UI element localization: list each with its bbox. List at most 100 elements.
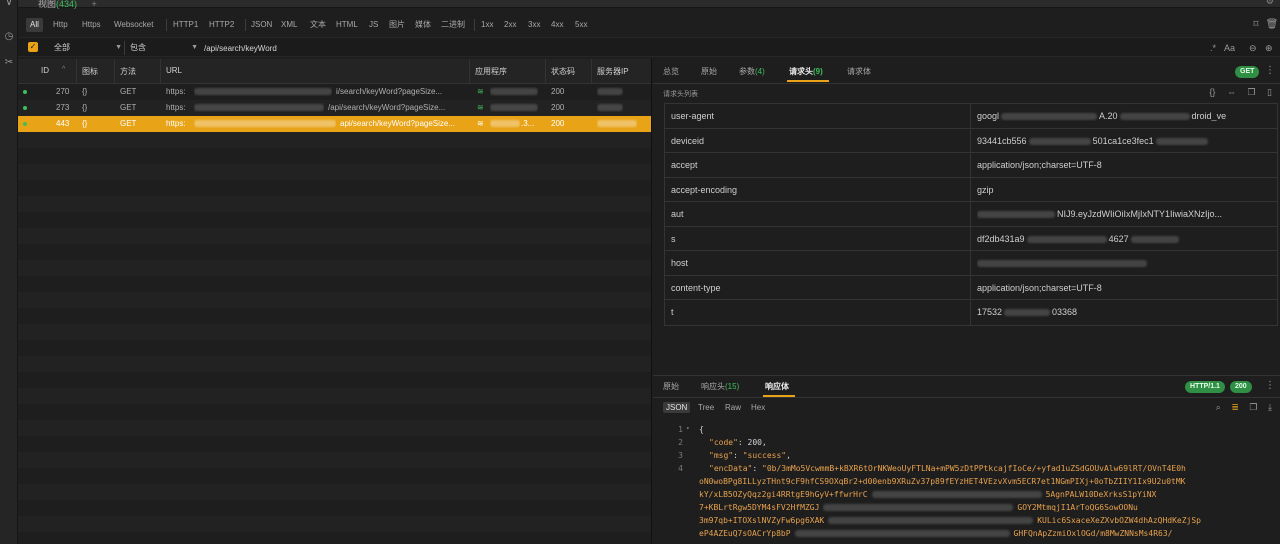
filter-enabled-checkbox[interactable]: ✓ xyxy=(28,42,38,52)
header-row[interactable]: t 17532 03368 xyxy=(665,300,1277,325)
line-number: 1 xyxy=(678,425,683,434)
vx-icon[interactable]: ∨ xyxy=(2,0,16,10)
tab-overview[interactable]: 总览 xyxy=(663,66,679,77)
filter-http1[interactable]: HTTP1 xyxy=(173,18,198,32)
format-tree[interactable]: Tree xyxy=(698,403,714,412)
filter-json[interactable]: JSON xyxy=(251,18,272,32)
fold-icon[interactable]: ▾ xyxy=(686,425,690,432)
settings-icon[interactable]: ⚙ xyxy=(1266,0,1274,7)
filter-js[interactable]: JS xyxy=(369,18,378,32)
sort-asc-icon[interactable]: ^ xyxy=(62,66,65,73)
search-icon[interactable]: ⌕ xyxy=(1216,402,1221,412)
tab-params[interactable]: 参数(4) xyxy=(739,66,765,77)
scissors-icon[interactable]: ✂ xyxy=(2,56,16,70)
column-status[interactable]: 状态码 xyxy=(551,66,575,77)
tab-response-raw[interactable]: 原始 xyxy=(663,381,679,392)
header-row[interactable]: accept-encoding gzip xyxy=(665,177,1277,202)
curly-braces-icon[interactable]: {} xyxy=(1209,87,1215,97)
tab-raw[interactable]: 原始 xyxy=(701,66,717,77)
filter-https[interactable]: Https xyxy=(82,18,101,32)
copy-icon[interactable]: ❐ xyxy=(1249,402,1257,412)
clear-icon[interactable]: ⊖ xyxy=(1249,41,1257,55)
header-row[interactable]: host xyxy=(665,251,1277,276)
code-view[interactable]: 1 ▾ { 2 "code": 200, 3 "msg": "success",… xyxy=(663,422,1280,544)
header-row[interactable]: s df2db431a9 4627 xyxy=(665,226,1277,251)
regex-icon[interactable]: .* xyxy=(1210,41,1216,55)
table-row[interactable]: 273 {} GET https: /api/search/keyWord?pa… xyxy=(18,100,651,116)
table-row[interactable]: 270 {} GET https: i/search/keyWord?pageS… xyxy=(18,84,651,100)
search-input[interactable] xyxy=(204,41,1204,55)
menu-icon[interactable]: ⋮ xyxy=(1265,380,1275,391)
column-server-ip[interactable]: 服务器IP xyxy=(597,66,629,77)
header-value: NIJ9.eyJzdWIiOiIxMjIxNTY1IiwiaXNzIjo... xyxy=(977,209,1277,219)
column-url[interactable]: URL xyxy=(166,66,182,75)
column-icon[interactable]: 图标 xyxy=(82,66,98,77)
case-sensitive-toggle[interactable]: Aa xyxy=(1224,41,1235,55)
column-id[interactable]: ID xyxy=(41,66,49,75)
filter-2xx[interactable]: 2xx xyxy=(504,18,516,32)
filter-xml[interactable]: XML xyxy=(281,18,297,32)
filter-binary[interactable]: 二进制 xyxy=(441,18,465,32)
header-key: user-agent xyxy=(671,111,715,121)
row-url-tail: api/search/keyWord?pageSize... xyxy=(340,119,456,128)
clock-icon[interactable]: ◷ xyxy=(2,30,16,44)
save-icon[interactable]: ▯ xyxy=(1267,87,1272,97)
download-icon[interactable]: ⤓ xyxy=(1268,402,1272,412)
header-row[interactable]: deviceid 93441cb556 501ca1ce3fec1 xyxy=(665,128,1277,153)
tab-view[interactable]: 视图(434) + xyxy=(38,0,97,10)
header-key: host xyxy=(671,258,689,268)
header-value: application/json;charset=UTF-8 xyxy=(977,282,1102,293)
copy-icon[interactable]: ⇔ xyxy=(1227,87,1236,97)
format-hex[interactable]: Hex xyxy=(751,403,765,412)
bookmark-icon[interactable]: ⌑ xyxy=(1249,18,1263,32)
match-mode-select[interactable]: 包含 ▼ xyxy=(130,41,198,55)
tab-response-headers[interactable]: 响应头(15) xyxy=(701,381,739,392)
filter-all[interactable]: All xyxy=(26,18,43,32)
request-detail-panel: 总览 原始 参数(4) 请求头(9) 请求体 GET ⋮ 请求头列表 {} ⇔ … xyxy=(653,59,1280,375)
filter-html[interactable]: HTML xyxy=(336,18,358,32)
table-row-selected[interactable]: 443 {} GET https: api/search/keyWord?pag… xyxy=(18,116,651,132)
filter-3xx[interactable]: 3xx xyxy=(528,18,540,32)
code-line: "msg": "success", xyxy=(709,451,791,460)
code-text: kY/xLB5OZyQqz2gi4RRtgE9hGyV+ffwrHrC xyxy=(699,490,868,499)
wrap-icon[interactable]: ≣ xyxy=(1231,402,1239,412)
header-row[interactable]: aut NIJ9.eyJzdWIiOiIxMjIxNTY1IiwiaXNzIjo… xyxy=(665,202,1277,227)
left-rail: ∨ ◷ ✂ xyxy=(0,0,18,544)
header-row[interactable]: accept application/json;charset=UTF-8 xyxy=(665,153,1277,178)
filter-media[interactable]: 媒体 xyxy=(415,18,431,32)
add-icon[interactable]: ⊕ xyxy=(1265,41,1273,55)
scope-select[interactable]: 全部 ▼ xyxy=(54,41,122,55)
format-raw[interactable]: Raw xyxy=(725,403,741,412)
header-row[interactable]: user-agent googl A.20 droid_ve xyxy=(665,104,1277,129)
filter-http[interactable]: Http xyxy=(53,18,68,32)
filter-websocket[interactable]: Websocket xyxy=(114,18,153,32)
column-divider xyxy=(160,59,161,84)
method-badge: GET xyxy=(1235,66,1260,78)
duplicate-icon[interactable]: ❐ xyxy=(1247,87,1255,97)
trash-icon[interactable]: 🗑 xyxy=(1265,18,1279,32)
format-json[interactable]: JSON xyxy=(663,402,691,413)
column-application[interactable]: 应用程序 xyxy=(475,66,507,77)
active-tab-indicator xyxy=(763,395,795,397)
menu-icon[interactable]: ⋮ xyxy=(1265,65,1275,76)
filter-text[interactable]: 文本 xyxy=(310,18,326,32)
column-divider xyxy=(591,59,592,84)
filter-5xx[interactable]: 5xx xyxy=(575,18,587,32)
filter-image[interactable]: 图片 xyxy=(389,18,405,32)
filter-4xx[interactable]: 4xx xyxy=(551,18,563,32)
tab-request-body[interactable]: 请求体 xyxy=(847,66,871,77)
status-dot xyxy=(23,106,27,110)
tab-request-headers[interactable]: 请求头(9) xyxy=(789,66,823,77)
column-method[interactable]: 方法 xyxy=(120,66,136,77)
header-value: 93441cb556 501ca1ce3fec1 xyxy=(977,136,1277,146)
row-app-tail: .3... xyxy=(521,119,535,128)
header-row[interactable]: content-type application/json;charset=UT… xyxy=(665,275,1277,300)
tab-response-body[interactable]: 响应体 xyxy=(765,381,789,392)
header-toolbar: {} ⇔ ❐ ▯ xyxy=(1200,87,1272,98)
filter-http2[interactable]: HTTP2 xyxy=(209,18,234,32)
filter-1xx[interactable]: 1xx xyxy=(481,18,493,32)
add-tab-icon[interactable]: + xyxy=(92,0,97,9)
header-value: 17532 03368 xyxy=(977,307,1277,317)
detail-tabs: 总览 原始 参数(4) 请求头(9) 请求体 GET ⋮ xyxy=(653,59,1280,84)
header-key: deviceid xyxy=(671,135,705,146)
